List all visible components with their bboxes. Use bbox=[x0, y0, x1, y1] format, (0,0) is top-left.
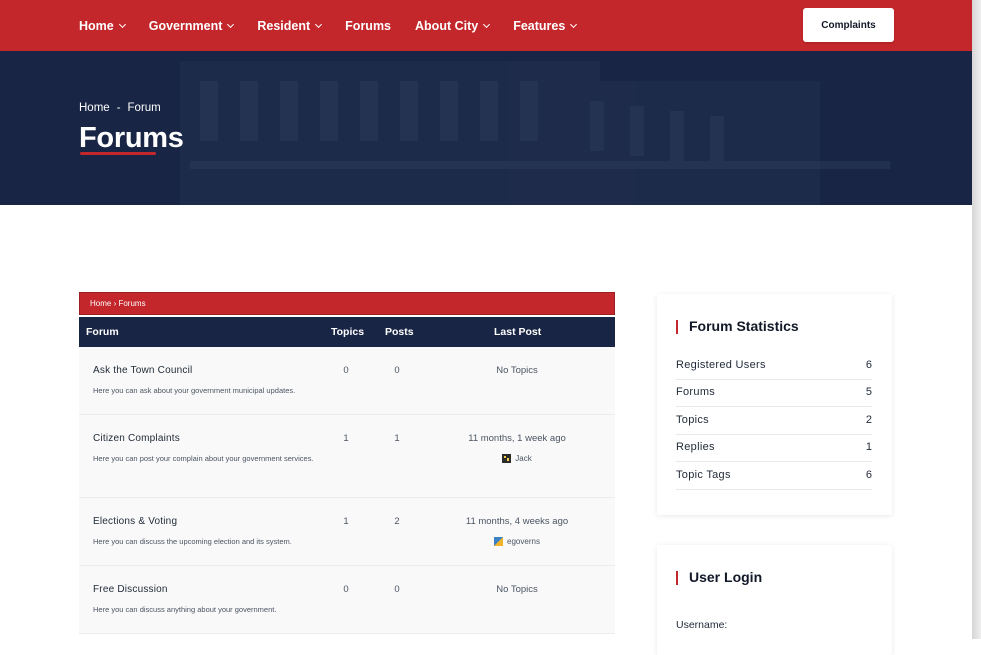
page-hero: Home - Forum Forums bbox=[0, 51, 972, 205]
nav-item-government[interactable]: Government bbox=[148, 18, 235, 33]
chevron-down-icon bbox=[227, 20, 235, 28]
forum-description: Here you can ask about your government m… bbox=[93, 386, 296, 395]
topics-count: 0 bbox=[343, 584, 349, 595]
stat-value: 5 bbox=[865, 386, 872, 398]
nav-item-label: Government bbox=[148, 18, 223, 33]
username-label: Username: bbox=[676, 619, 728, 631]
forum-description: Here you can post your complain about yo… bbox=[93, 454, 314, 463]
topics-count: 1 bbox=[343, 516, 349, 527]
table-row: Free Discussion Here you can discuss any… bbox=[79, 566, 615, 634]
forum-table-header: Forum Topics Posts Last Post bbox=[79, 317, 615, 347]
forum-description: Here you can discuss anything about your… bbox=[93, 605, 277, 614]
forum-breadcrumb: Home › Forums bbox=[79, 292, 615, 315]
main-nav: Home Government Resident Forums About Ci… bbox=[79, 0, 600, 51]
user-avatar-icon bbox=[494, 537, 504, 546]
widget-title: Forum Statistics bbox=[676, 318, 799, 334]
column-header-forum: Forum bbox=[86, 326, 119, 338]
breadcrumb-home-link[interactable]: Home bbox=[79, 102, 110, 114]
chevron-down-icon bbox=[118, 20, 126, 28]
last-post-text: No Topics bbox=[496, 365, 538, 376]
nav-item-home[interactable]: Home bbox=[79, 18, 126, 33]
stat-row-topics: Topics 2 bbox=[676, 408, 872, 435]
forum-title-link[interactable]: Elections & Voting bbox=[93, 516, 177, 527]
stat-row-topic-tags: Topic Tags 6 bbox=[676, 463, 872, 490]
chevron-down-icon bbox=[315, 20, 323, 28]
forum-breadcrumb-text[interactable]: Home › Forums bbox=[90, 299, 146, 308]
stat-value: 6 bbox=[865, 469, 872, 481]
column-header-posts: Posts bbox=[385, 326, 414, 338]
last-post-link[interactable]: 11 months, 4 weeks ago bbox=[437, 516, 597, 527]
nav-item-resident[interactable]: Resident bbox=[257, 18, 323, 33]
nav-item-forums[interactable]: Forums bbox=[345, 19, 391, 33]
window-edge bbox=[972, 0, 981, 639]
stat-row-replies: Replies 1 bbox=[676, 435, 872, 462]
posts-count: 1 bbox=[394, 433, 400, 444]
last-post-author[interactable]: egoverns bbox=[437, 537, 597, 546]
column-header-topics: Topics bbox=[331, 326, 365, 338]
table-row: Citizen Complaints Here you can post you… bbox=[79, 415, 615, 498]
stat-row-forums: Forums 5 bbox=[676, 380, 872, 407]
chevron-down-icon bbox=[570, 20, 578, 28]
forum-statistics-widget: Forum Statistics Registered Users 6 Foru… bbox=[657, 294, 892, 515]
posts-count: 2 bbox=[394, 516, 400, 527]
stat-label: Forums bbox=[676, 386, 716, 398]
nav-item-about-city[interactable]: About City bbox=[415, 18, 491, 33]
title-underline bbox=[80, 152, 156, 155]
chevron-down-icon bbox=[483, 20, 491, 28]
nav-item-label: About City bbox=[415, 18, 479, 33]
posts-count: 0 bbox=[394, 365, 400, 376]
top-navbar: Home Government Resident Forums About Ci… bbox=[0, 0, 972, 51]
stat-label: Topics bbox=[676, 414, 709, 426]
user-avatar-icon bbox=[502, 454, 512, 463]
nav-item-label: Forums bbox=[345, 18, 392, 33]
nav-item-label: Features bbox=[513, 18, 566, 33]
posts-count: 0 bbox=[394, 584, 400, 595]
nav-item-label: Resident bbox=[257, 18, 311, 33]
column-header-last-post: Last Post bbox=[494, 326, 542, 338]
topics-count: 0 bbox=[343, 365, 349, 376]
topics-count: 1 bbox=[343, 433, 349, 444]
author-name: Jack bbox=[515, 454, 532, 463]
forum-title-link[interactable]: Free Discussion bbox=[93, 584, 168, 595]
page-title: Forums bbox=[79, 122, 184, 154]
last-post-text: No Topics bbox=[496, 584, 538, 595]
nav-item-label: Home bbox=[79, 18, 114, 33]
last-post-author[interactable]: Jack bbox=[437, 454, 597, 463]
breadcrumb-separator: - bbox=[116, 102, 121, 114]
stat-label: Topic Tags bbox=[676, 469, 731, 481]
last-post-link[interactable]: 11 months, 1 week ago bbox=[437, 433, 597, 444]
stat-label: Registered Users bbox=[676, 359, 766, 371]
stat-value: 6 bbox=[865, 359, 872, 371]
hero-breadcrumb: Home - Forum bbox=[79, 102, 161, 114]
stat-row-registered-users: Registered Users 6 bbox=[676, 353, 872, 380]
breadcrumb-current: Forum bbox=[127, 102, 161, 114]
author-name: egoverns bbox=[507, 537, 540, 546]
widget-title: User Login bbox=[676, 569, 762, 585]
table-row: Ask the Town Council Here you can ask ab… bbox=[79, 347, 615, 415]
forum-title-link[interactable]: Ask the Town Council bbox=[93, 365, 192, 376]
table-row: Elections & Voting Here you can discuss … bbox=[79, 498, 615, 566]
complaints-button[interactable]: Complaints bbox=[803, 8, 894, 42]
stat-value: 1 bbox=[865, 441, 872, 453]
stat-value: 2 bbox=[865, 414, 872, 426]
nav-item-features[interactable]: Features bbox=[513, 18, 578, 33]
forum-title-link[interactable]: Citizen Complaints bbox=[93, 433, 180, 444]
forum-description: Here you can discuss the upcoming electi… bbox=[93, 537, 292, 546]
stat-label: Replies bbox=[676, 441, 715, 453]
